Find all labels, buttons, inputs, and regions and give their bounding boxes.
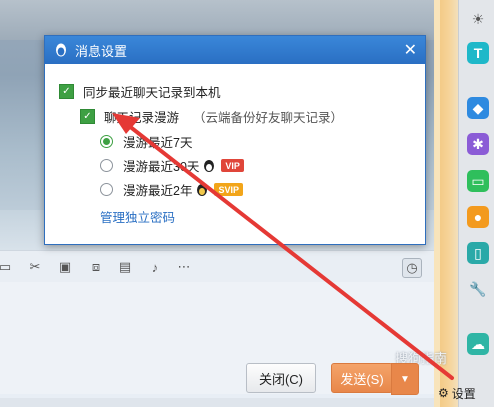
close-button[interactable]: 关闭(C) [246, 363, 316, 393]
radio-label: 漫游最近7天 [123, 136, 193, 150]
radio-button[interactable] [100, 135, 113, 148]
dialog-header: 消息设置 ✕ [45, 36, 425, 64]
radio-30days[interactable]: 漫游最近30天 VIP [100, 156, 244, 175]
wrench-icon[interactable]: 🔧 [467, 278, 489, 300]
dialog-title: 消息设置 [75, 43, 128, 59]
roam-option[interactable]: ✓ 聊天记录漫游 （云端备份好友聊天记录） [80, 107, 343, 126]
gear-icon: ⚙ [438, 386, 449, 400]
shake-icon[interactable]: ⧈ [87, 258, 105, 276]
vip-badge: VIP [221, 159, 244, 172]
roam-label: 聊天记录漫游 [104, 111, 180, 125]
image-icon[interactable]: ▣ [56, 258, 74, 276]
radio-2years[interactable]: 漫游最近2年 SVIP [100, 180, 243, 199]
send-button[interactable]: 发送(S) [331, 363, 393, 393]
send-options-icon[interactable]: ▼ [391, 363, 419, 395]
password-row: 管理独立密码 [100, 207, 175, 226]
message-settings-dialog: 消息设置 ✕ ✓ 同步最近聊天记录到本机 ✓ 聊天记录漫游 （云端备份好友聊天记… [44, 35, 426, 245]
radio-label: 漫游最近30天 [123, 160, 200, 174]
status-bar [0, 398, 434, 407]
app-sidebar: ☀ T ◆ ✱ ▭ ● ▯ 🔧 ☁ [458, 0, 494, 407]
location-icon[interactable]: ● [467, 206, 489, 228]
tag-icon[interactable]: ◆ [467, 97, 489, 119]
roam-hint: （云端备份好友聊天记录） [193, 111, 344, 125]
radio-button[interactable] [100, 159, 113, 172]
manage-password-link[interactable]: 管理独立密码 [100, 207, 175, 226]
folder-icon[interactable]: ▭ [0, 258, 14, 276]
penguin-icon [204, 159, 215, 172]
roam-checkbox[interactable]: ✓ [80, 109, 95, 124]
sync-option[interactable]: ✓ 同步最近聊天记录到本机 [59, 82, 221, 101]
cloud-icon[interactable]: ☁ [467, 333, 489, 355]
more-icon[interactable]: ⋯ [175, 258, 193, 276]
qq-penguin-icon [56, 43, 66, 57]
cut-icon[interactable]: ✂ [26, 258, 44, 276]
sync-label: 同步最近聊天记录到本机 [83, 86, 221, 100]
penguin-icon [197, 183, 208, 196]
card-icon[interactable]: ▭ [467, 170, 489, 192]
radio-button[interactable] [100, 183, 113, 196]
settings-button[interactable]: ⚙ 设置 [438, 382, 494, 404]
bug-icon[interactable]: ✱ [467, 133, 489, 155]
svip-badge: SVIP [214, 183, 243, 196]
music-icon[interactable]: ♪ [146, 258, 164, 276]
mobile-icon[interactable]: ▯ [467, 242, 489, 264]
settings-label: 设置 [451, 386, 476, 401]
calendar-icon[interactable]: ▤ [116, 258, 134, 276]
close-icon[interactable]: ✕ [404, 40, 417, 60]
radio-7days[interactable]: 漫游最近7天 [100, 132, 192, 151]
radio-label: 漫游最近2年 [123, 184, 193, 198]
chat-bg-top [0, 0, 434, 40]
text-icon[interactable]: T [467, 42, 489, 64]
side-panel-edge [434, 0, 458, 407]
sync-checkbox[interactable]: ✓ [59, 84, 74, 99]
history-icon[interactable]: ◷ [402, 258, 422, 278]
chat-toolbar: ▭ ✂ ▣ ⧈ ▤ ♪ ⋯ ◷ [0, 250, 434, 283]
sun-icon[interactable]: ☀ [467, 8, 489, 30]
